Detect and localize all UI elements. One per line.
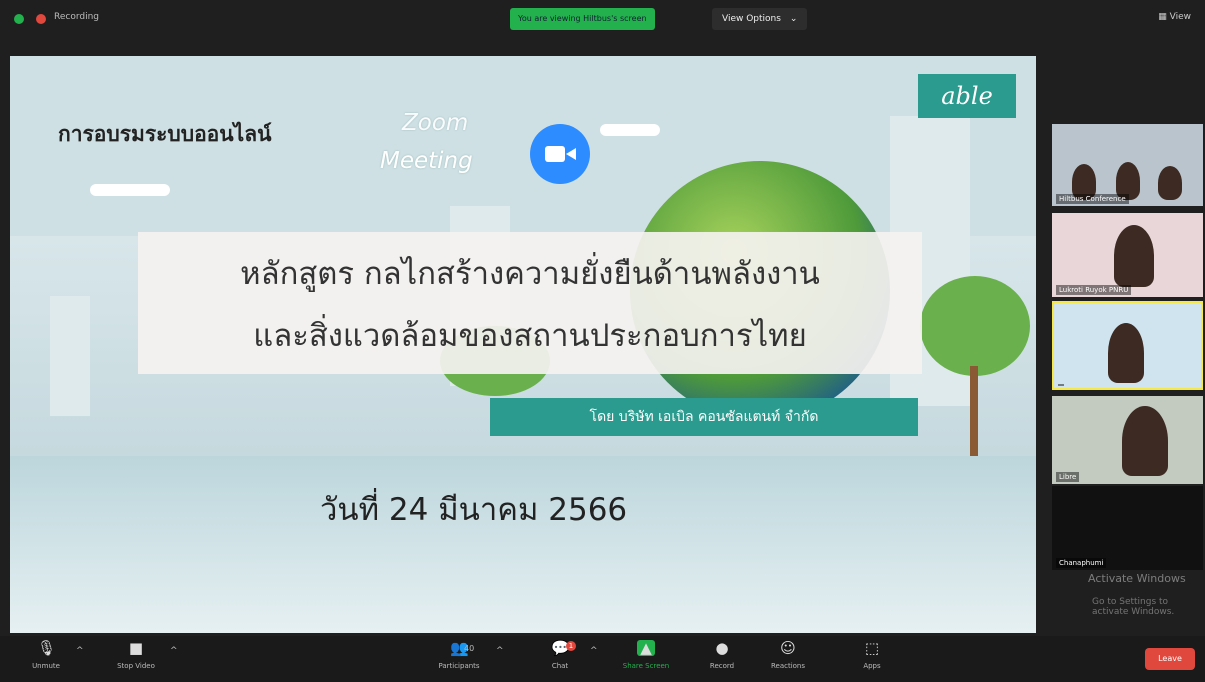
able-logo: able bbox=[918, 74, 1016, 118]
participant-name: Chanaphumi bbox=[1056, 558, 1107, 568]
tree-illustration bbox=[920, 276, 1030, 376]
reactions-label: Reactions bbox=[770, 662, 806, 670]
view-label: View bbox=[1169, 12, 1191, 22]
screen-share-notice: You are viewing Hiltbus's screen bbox=[510, 8, 655, 30]
apps-icon: ⬚ bbox=[864, 639, 880, 657]
unmute-label: Unmute bbox=[32, 662, 60, 670]
cloud-shape bbox=[600, 124, 660, 136]
chat-label: Chat bbox=[551, 662, 569, 670]
training-date: วันที่ 24 มีนาคม 2566 bbox=[320, 492, 628, 528]
view-options-button[interactable]: View Options ⌄ bbox=[712, 8, 808, 30]
video-options-caret[interactable]: ^ bbox=[170, 646, 178, 656]
chat-unread-badge: 1 bbox=[566, 641, 576, 651]
record-button[interactable]: ● Record bbox=[690, 640, 754, 680]
recording-label: Recording bbox=[54, 12, 100, 22]
participant-video-tile[interactable]: Lukroti Ruyok PNRU bbox=[1052, 213, 1203, 297]
chat-button[interactable]: 💬 1 Chat bbox=[528, 640, 592, 680]
person-silhouette bbox=[1114, 225, 1154, 287]
apps-button[interactable]: ⬚ Apps bbox=[840, 640, 904, 680]
course-title-box: หลักสูตร กลไกสร้างความยั่งยืนด้านพลังงาน… bbox=[138, 232, 922, 374]
course-title-line-2: และสิ่งแวดล้อมของสถานประกอบการไทย bbox=[253, 318, 807, 354]
reactions-button[interactable]: ☺ Reactions bbox=[756, 640, 820, 680]
reactions-smiley-icon: ☺ bbox=[780, 639, 796, 657]
participant-name: Hiltbus Conference bbox=[1056, 194, 1129, 204]
company-banner: โดย บริษัท เอเบิล คอนซัลแตนท์ จำกัด bbox=[490, 398, 918, 436]
view-options-label: View Options bbox=[722, 14, 781, 24]
participants-count: 40 bbox=[464, 644, 475, 653]
share-screen-label: Share Screen bbox=[622, 662, 670, 670]
shared-screen-slide: able การอบรมระบบออนไลน์ Zoom Meeting หลั… bbox=[10, 56, 1036, 633]
record-icon: ● bbox=[715, 639, 729, 657]
audio-options-caret[interactable]: ^ bbox=[76, 646, 84, 656]
chat-options-caret[interactable]: ^ bbox=[590, 646, 598, 656]
tree-trunk bbox=[970, 366, 978, 456]
online-training-title: การอบรมระบบออนไลน์ bbox=[58, 122, 272, 146]
leave-button[interactable]: Leave bbox=[1145, 648, 1195, 670]
record-label: Record bbox=[709, 662, 735, 670]
building-shape bbox=[50, 296, 90, 416]
participants-label: Participants bbox=[438, 662, 480, 670]
course-title-line-1: หลักสูตร กลไกสร้างความยั่งยืนด้านพลังงาน bbox=[240, 256, 820, 292]
participants-button[interactable]: 👥 40 Participants bbox=[424, 640, 494, 680]
zoom-word: Zoom bbox=[402, 110, 469, 136]
share-screen-icon: ▲ bbox=[637, 640, 655, 656]
participants-options-caret[interactable]: ^ bbox=[496, 646, 504, 656]
meeting-word: Meeting bbox=[380, 148, 473, 174]
stop-video-button[interactable]: ■ Stop Video bbox=[104, 640, 168, 680]
recording-icon bbox=[36, 14, 46, 24]
share-screen-button[interactable]: ▲ Share Screen bbox=[606, 640, 686, 680]
active-speaker-video-tile[interactable] bbox=[1052, 301, 1203, 390]
person-silhouette bbox=[1158, 166, 1182, 200]
top-bar: Recording You are viewing Hiltbus's scre… bbox=[0, 0, 1205, 40]
unmute-button[interactable]: 🎙 Unmute bbox=[14, 640, 78, 680]
video-camera-icon: ■ bbox=[128, 639, 144, 657]
water-reflection-background bbox=[10, 456, 1036, 633]
participant-name: Libre bbox=[1056, 472, 1080, 482]
microphone-muted-icon: 🎙 bbox=[37, 639, 57, 657]
person-silhouette bbox=[1122, 406, 1168, 476]
chevron-down-icon: ⌄ bbox=[789, 14, 798, 24]
participant-video-tile[interactable]: Chanaphumi bbox=[1052, 486, 1203, 570]
stop-video-label: Stop Video bbox=[117, 662, 155, 670]
participant-video-tile[interactable]: Hiltbus Conference bbox=[1052, 124, 1203, 206]
security-shield-icon[interactable] bbox=[14, 14, 24, 24]
zoom-camera-icon bbox=[530, 124, 590, 184]
participant-name: Lukroti Ruyok PNRU bbox=[1056, 285, 1132, 295]
view-button[interactable]: ▦ View bbox=[1158, 12, 1191, 22]
activate-windows-hint: Go to Settings to activate Windows. bbox=[1092, 597, 1175, 617]
meeting-toolbar: 🎙 Unmute ^ ■ Stop Video ^ 👥 40 Participa… bbox=[0, 636, 1205, 682]
apps-label: Apps bbox=[863, 662, 881, 670]
grid-icon: ▦ bbox=[1158, 12, 1167, 22]
cloud-shape bbox=[90, 184, 170, 196]
participant-video-tile[interactable]: Libre bbox=[1052, 396, 1203, 484]
person-silhouette bbox=[1108, 323, 1144, 383]
participant-name bbox=[1058, 384, 1064, 386]
activate-windows-watermark: Activate Windows bbox=[1088, 572, 1186, 585]
